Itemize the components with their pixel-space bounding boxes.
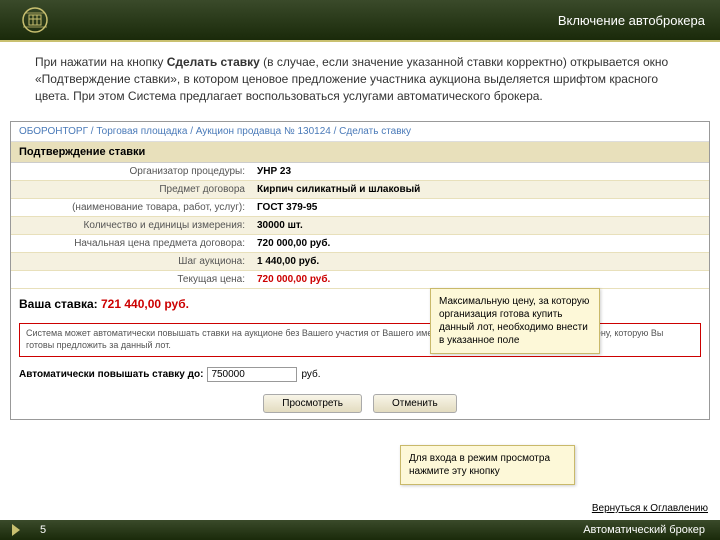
label-goods: (наименование товара, работ, услуг): xyxy=(11,200,251,215)
breadcrumb[interactable]: ОБОРОНТОРГ / Торговая площадка / Аукцион… xyxy=(11,122,709,142)
label-subject: Предмет договора xyxy=(11,182,251,197)
value-organizer: УНР 23 xyxy=(251,164,297,179)
callout-max-price: Максимальную цену, за которую организаци… xyxy=(430,288,600,354)
auto-raise-row: Автоматически повышать ставку до: руб. xyxy=(11,361,709,388)
back-to-toc-link[interactable]: Вернуться к Оглавлению xyxy=(592,503,708,514)
view-button[interactable]: Просмотреть xyxy=(263,394,362,413)
your-bid-row: Ваша ставка: 721 440,00 руб. xyxy=(11,289,709,319)
panel-title: Подтверждение ставки xyxy=(11,142,709,163)
auto-raise-label: Автоматически повышать ставку до: xyxy=(19,369,203,380)
value-goods: ГОСТ 379-95 xyxy=(251,200,323,215)
page-number: 5 xyxy=(40,524,46,536)
auto-raise-unit: руб. xyxy=(301,369,320,380)
app-screenshot: ОБОРОНТОРГ / Торговая площадка / Аукцион… xyxy=(10,121,710,419)
your-bid-amount: 721 440,00 руб. xyxy=(101,297,189,311)
footer-section: Автоматический брокер xyxy=(583,524,705,536)
label-organizer: Организатор процедуры: xyxy=(11,164,251,179)
label-current: Текущая цена: xyxy=(11,272,251,287)
label-start-price: Начальная цена предмета договора: xyxy=(11,236,251,251)
label-qty: Количество и единицы измерения: xyxy=(11,218,251,233)
value-qty: 30000 шт. xyxy=(251,218,309,233)
button-row: Просмотреть Отменить xyxy=(11,388,709,419)
value-subject: Кирпич силикатный и шлаковый xyxy=(251,182,426,197)
value-current: 720 000,00 руб. xyxy=(251,272,336,287)
play-icon xyxy=(12,524,20,536)
your-bid-label: Ваша ставка: xyxy=(19,297,98,311)
label-step: Шаг аукциона: xyxy=(11,254,251,269)
value-step: 1 440,00 руб. xyxy=(251,254,325,269)
logo-emblem xyxy=(15,5,55,35)
header-title: Включение автоброкера xyxy=(558,13,705,28)
auto-raise-input[interactable] xyxy=(207,367,297,382)
form-grid: Организатор процедуры:УНР 23 Предмет дог… xyxy=(11,163,709,289)
cancel-button[interactable]: Отменить xyxy=(373,394,457,413)
slide-header: Включение автоброкера xyxy=(0,0,720,40)
intro-text: При нажатии на кнопку Сделать ставку (в … xyxy=(0,42,720,116)
value-start-price: 720 000,00 руб. xyxy=(251,236,336,251)
callout-view-mode: Для входа в режим просмотра нажмите эту … xyxy=(400,445,575,485)
slide-footer: 5 Автоматический брокер xyxy=(0,520,720,540)
